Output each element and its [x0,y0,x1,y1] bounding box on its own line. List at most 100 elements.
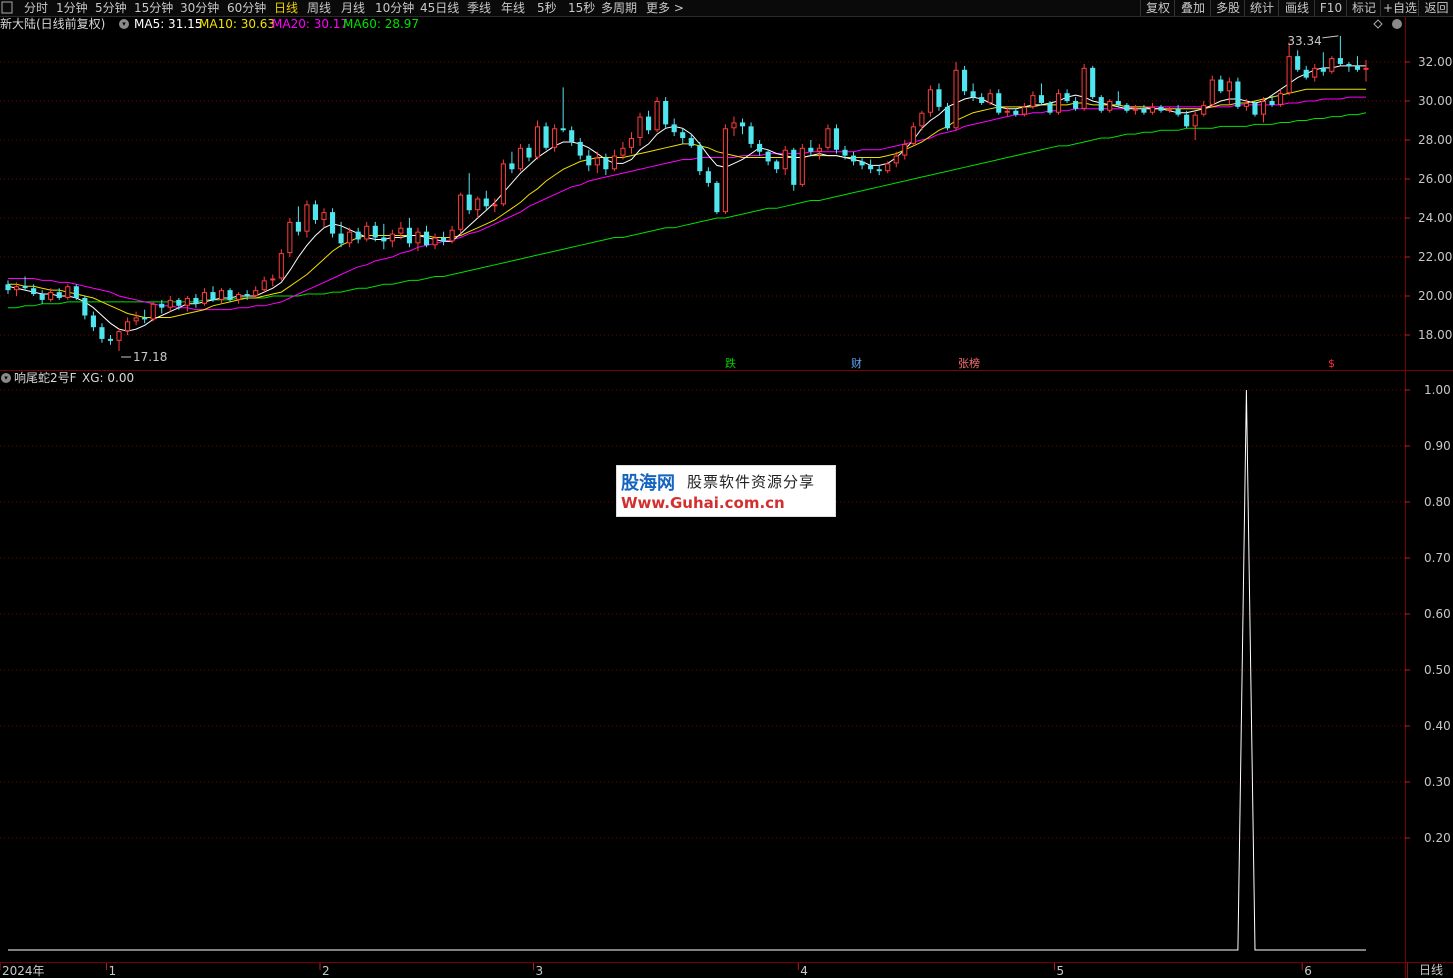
candle [705,167,711,187]
date-axis-label-3: 3 [536,964,544,978]
date-axis-label-6: 6 [1304,964,1312,978]
indicator-axis-label-4: 0.60 [1424,607,1451,621]
price-axis-label-5: 22.00 [1418,250,1452,264]
event-marker-0[interactable]: 跌 [725,356,736,370]
candle [218,288,225,304]
candle [441,231,447,246]
candle [739,118,746,135]
candle [432,233,438,250]
candle [389,229,395,248]
candle [125,317,131,335]
candle [697,141,703,176]
ma20-line [8,96,1366,311]
candle [996,89,1002,115]
price-axis-label-7: 18.00 [1418,328,1452,342]
candle [65,284,71,300]
candle [1158,104,1164,113]
indicator-axis-label-3: 0.70 [1424,551,1451,565]
candle [526,143,532,162]
date-axis-label-2: 2 [322,964,330,978]
layout-icon[interactable] [1,1,13,14]
candle [902,140,908,160]
candle [184,296,190,312]
settings-circle-icon[interactable] [1392,19,1402,29]
date-axis-label-4: 4 [800,964,808,978]
candle [748,122,754,148]
candle [714,180,720,215]
event-marker-1[interactable]: 财 [851,356,862,370]
candle [73,284,79,300]
ma-legend-item-2: MA20: 30.17 [272,17,349,31]
ma10-line [8,88,1366,318]
candle [1115,91,1121,107]
candle [1320,52,1326,76]
candle [364,221,370,242]
indicator-name: 响尾蛇2号F [14,371,77,385]
ma60-line [8,112,1367,309]
candle [210,286,216,302]
candle [1081,63,1087,111]
candle [1192,110,1198,140]
diamond-icon[interactable] [1373,19,1383,29]
price-axis-label-4: 24.00 [1418,211,1452,225]
indicator-axis-label-2: 0.80 [1424,495,1451,509]
candle [543,122,549,150]
candle [1064,89,1070,103]
candle [39,290,45,304]
candle [799,143,805,187]
candle [722,124,728,215]
indicator-menu-icon[interactable]: ▾ [1,373,11,383]
candle [910,122,916,146]
candle [1226,77,1232,105]
watermark-slogan: 股票软件资源分享 [687,473,816,491]
candle [663,97,669,129]
candle [1278,89,1284,107]
candle [1235,77,1241,109]
candle [201,288,208,306]
candle [876,165,882,176]
candle [381,223,387,250]
low-price-label: 17.18 [133,350,167,364]
candle [1337,35,1343,66]
candle [1346,62,1352,72]
candle [534,120,541,160]
period-label: 日线 [1407,962,1453,978]
candle [1166,106,1173,113]
candle [782,145,788,176]
stock-title: 新大陆(日线前复权) [0,17,106,31]
candle [637,112,643,146]
candle [1295,50,1301,72]
candle [517,143,524,172]
ma-legend-item-0: MA5: 31.15 [134,17,203,31]
event-marker-2[interactable]: 张榜 [958,356,980,370]
candle [5,280,11,295]
candle [449,225,455,244]
candle [227,288,233,302]
candle [1030,91,1036,109]
candle [372,221,378,242]
candle [859,157,865,170]
candle [82,296,88,320]
watermark: 股海网 股票软件资源分享 Www.Guhai.com.cn [616,465,836,517]
event-marker-3[interactable]: $ [1328,357,1335,370]
candle [475,196,481,218]
candle [757,140,763,156]
candle [142,309,148,324]
candle [406,218,412,248]
candle [423,225,430,248]
candle [1124,102,1130,113]
ma-menu-icon[interactable]: ▾ [119,19,129,29]
candle [1073,97,1079,111]
candle [458,192,464,234]
candle [868,159,874,174]
watermark-brand: 股海网 [621,473,675,494]
candle [1201,101,1207,117]
candle [944,102,951,131]
candle [552,124,558,152]
indicator-axis-label-5: 0.50 [1424,663,1451,677]
candle [1038,83,1045,105]
indicator-xg-value: XG: 0.00 [82,371,135,385]
candle [970,83,976,101]
date-axis-label-5: 5 [1057,964,1065,978]
candle [116,329,122,351]
